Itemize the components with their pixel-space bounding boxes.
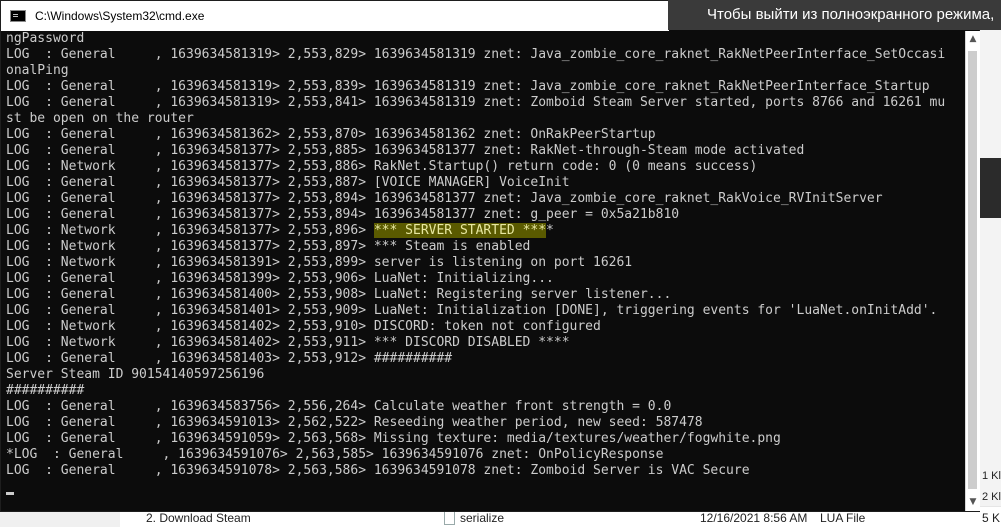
console-text: LOG : Network , 1639634581377> 2,553,897… (6, 239, 531, 254)
console-line: onalPing (1, 63, 965, 79)
console-line: LOG : General , 1639634581377> 2,553,887… (1, 175, 965, 191)
console-text: LOG : General , 1639634591013> 2,562,522… (6, 415, 703, 430)
console-text: LOG : Network , 1639634581377> 2,553,886… (6, 159, 758, 174)
console-text: LOG : General , 1639634581403> 2,553,912… (6, 351, 453, 366)
console-text: ngPassword (6, 31, 85, 46)
console-output[interactable]: ngPassword LOG : General , 1639634581319>… (1, 31, 965, 511)
highlighted-text: *** SERVER STARTED *** (373, 223, 547, 238)
console-text: LOG : Network , 1639634581402> 2,553,911… (6, 335, 570, 350)
console-line: LOG : General , 1639634581377> 2,553,885… (1, 143, 965, 159)
console-line: LOG : General , 1639634591013> 2,562,522… (1, 415, 965, 431)
console-line: LOG : General , 1639634581399> 2,553,906… (1, 271, 965, 287)
console-text: LOG : General , 1639634581377> 2,553,887… (6, 175, 570, 190)
cmd-icon[interactable] (10, 10, 26, 22)
console-text: LOG : General , 1639634581400> 2,553,908… (6, 287, 672, 302)
console-line: LOG : General , 1639634581377> 2,553,894… (1, 191, 965, 207)
console-text: LOG : Network , 1639634581377> 2,553,896… (6, 223, 374, 238)
vertical-scrollbar[interactable]: ▲ ▼ (965, 31, 980, 511)
console-line: LOG : General , 1639634591059> 2,563,568… (1, 431, 965, 447)
console-line: LOG : General , 1639634581377> 2,553,894… (1, 207, 965, 223)
console-line: *LOG : General , 1639634591076> 2,563,58… (1, 447, 965, 463)
scroll-down-arrow-icon[interactable]: ▼ (966, 494, 980, 510)
console-line: st be open on the router (1, 111, 965, 127)
console-text: Server Steam ID 90154140597256196 (6, 367, 265, 382)
console-line: LOG : Network , 1639634581377> 2,553,886… (1, 159, 965, 175)
console-text: LOG : General , 1639634581377> 2,553,885… (6, 143, 805, 158)
text-cursor (6, 492, 14, 495)
scrollbar-thumb[interactable] (968, 51, 977, 489)
console-text: LOG : General , 1639634581401> 2,553,909… (6, 303, 938, 318)
console-line: LOG : General , 1639634581400> 2,553,908… (1, 287, 965, 303)
console-line: Server Steam ID 90154140597256196 (1, 367, 965, 383)
console-text: LOG : General , 1639634581319> 2,553,829… (6, 47, 946, 62)
background-dark-strip (980, 158, 1001, 218)
console-line: ngPassword (1, 31, 965, 47)
console-line: LOG : General , 1639634581319> 2,553,839… (1, 79, 965, 95)
console-text: LOG : General , 1639634581399> 2,553,906… (6, 271, 554, 286)
file-type: LUA File (820, 511, 866, 525)
console-line: LOG : General , 1639634581401> 2,553,909… (1, 303, 965, 319)
console-text: st be open on the router (6, 111, 194, 126)
console-text: ########## (6, 383, 85, 398)
console-text: LOG : General , 1639634591059> 2,563,568… (6, 431, 781, 446)
cmd-window[interactable]: C:\Windows\System32\cmd.exe ngPassword LO… (0, 0, 980, 512)
console-text: LOG : General , 1639634581319> 2,553,839… (6, 79, 930, 94)
file-size-cell: 2 Kl (982, 491, 1001, 503)
console-text: LOG : General , 1639634583756> 2,556,264… (6, 399, 672, 414)
lua-file-icon (444, 511, 455, 525)
console-line: LOG : General , 1639634581319> 2,553,829… (1, 47, 965, 63)
console-line: LOG : Network , 1639634581377> 2,553,897… (1, 239, 965, 255)
console-text: LOG : Network , 1639634581391> 2,553,899… (6, 255, 633, 270)
console-line: LOG : General , 1639634591078> 2,563,586… (1, 463, 965, 479)
console-line: LOG : General , 1639634581403> 2,553,912… (1, 351, 965, 367)
window-title: C:\Windows\System32\cmd.exe (35, 9, 205, 23)
explorer-nav-item[interactable]: 2. Download Steam (146, 511, 251, 525)
file-size: 5 K (982, 511, 1001, 525)
title-bar[interactable]: C:\Windows\System32\cmd.exe (1, 1, 669, 31)
console-text: LOG : Network , 1639634581402> 2,553,910… (6, 319, 601, 334)
console-line: LOG : Network , 1639634581377> 2,553,896… (1, 223, 965, 239)
console-text: LOG : General , 1639634581319> 2,553,841… (6, 95, 946, 110)
file-size-cell: 1 Kl (982, 470, 1001, 482)
console-text: LOG : General , 1639634581362> 2,553,870… (6, 127, 656, 142)
background-explorer-right: 1 Kl 2 Kl (980, 0, 1001, 526)
console-line: LOG : Network , 1639634581402> 2,553,911… (1, 335, 965, 351)
console-line: LOG : General , 1639634581362> 2,553,870… (1, 127, 965, 143)
console-line: LOG : General , 1639634583756> 2,556,264… (1, 399, 965, 415)
file-name[interactable]: serialize (460, 511, 504, 525)
scroll-up-arrow-icon[interactable]: ▲ (966, 31, 980, 47)
file-date: 12/16/2021 8:56 AM (700, 511, 808, 525)
console-text: onalPing (6, 63, 69, 78)
console-text: * (546, 223, 554, 238)
console-line: ########## (1, 383, 965, 399)
console-line: LOG : Network , 1639634581402> 2,553,910… (1, 319, 965, 335)
console-text: LOG : General , 1639634591078> 2,563,586… (6, 463, 750, 478)
console-text: LOG : General , 1639634581377> 2,553,894… (6, 207, 680, 222)
console-text: LOG : General , 1639634581377> 2,553,894… (6, 191, 883, 206)
console-text: *LOG : General , 1639634591076> 2,563,58… (6, 447, 664, 462)
console-line: LOG : General , 1639634581319> 2,553,841… (1, 95, 965, 111)
console-line: LOG : Network , 1639634581391> 2,553,899… (1, 255, 965, 271)
fullscreen-exit-toast: Чтобы выйти из полноэкранного режима, (668, 0, 1001, 30)
